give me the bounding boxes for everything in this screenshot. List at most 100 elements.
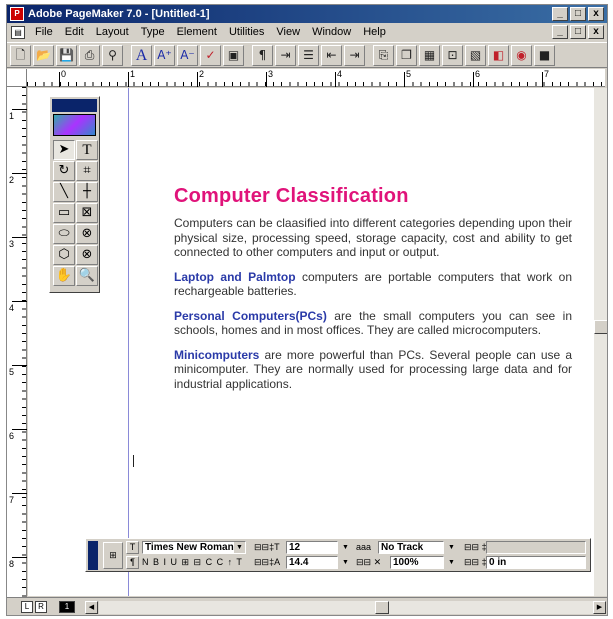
outdent-icon[interactable]: ⇤ — [321, 44, 342, 66]
vruler-label: 1 — [9, 111, 15, 121]
style-icon[interactable]: ▣ — [223, 44, 244, 66]
minicomputer-paragraph: Minicomputers are more powerful than PCs… — [174, 348, 572, 392]
menu-file[interactable]: File — [29, 26, 59, 38]
font-dropdown-icon[interactable]: ▼ — [234, 542, 245, 553]
scale-dropdown-icon[interactable]: ▼ — [446, 557, 457, 568]
ellipse-tool-icon[interactable]: ⬭ — [53, 224, 75, 244]
text-tool-icon[interactable]: T — [76, 140, 98, 160]
left-master-page-icon[interactable]: L — [21, 601, 33, 613]
vertical-scrollbar[interactable] — [594, 88, 607, 596]
pagemaker-app-icon[interactable]: P — [10, 7, 24, 21]
right-master-page-icon[interactable]: R — [35, 601, 47, 613]
horizontal-ruler[interactable]: 0 1 2 3 4 5 6 7 — [27, 69, 605, 87]
menu-help[interactable]: Help — [357, 26, 392, 38]
font-icon[interactable]: A — [131, 44, 152, 66]
paragraph-icon[interactable]: ¶ — [252, 44, 273, 66]
hruler-label: 5 — [406, 69, 412, 79]
menu-utilities[interactable]: Utilities — [223, 26, 270, 38]
bullets-icon[interactable]: ☰ — [298, 44, 319, 66]
hand-tool-icon[interactable]: ✋ — [53, 266, 75, 286]
find-icon[interactable]: ⚲ — [102, 44, 123, 66]
menu-element[interactable]: Element — [171, 26, 223, 38]
vertical-ruler[interactable]: 1 2 3 4 5 6 7 8 — [7, 87, 27, 597]
type-style-buttons[interactable]: N B I U ⊞ ⊟ C C ↑ T — [142, 556, 243, 569]
apply-button[interactable]: ⊞ — [103, 542, 123, 569]
vruler-label: 4 — [9, 303, 15, 313]
crop-tool-icon[interactable]: ⌗ — [76, 161, 98, 181]
open-icon[interactable]: 📂 — [33, 44, 54, 66]
menu-type[interactable]: Type — [135, 26, 171, 38]
rectangle-tool-icon[interactable]: ▭ — [53, 203, 75, 223]
leading-dropdown-icon[interactable]: ▼ — [340, 557, 351, 568]
indent-icon[interactable]: ⇥ — [344, 44, 365, 66]
more-icon[interactable]: ■ — [534, 44, 555, 66]
ellipse-frame-tool-icon[interactable]: ⊗ — [76, 224, 98, 244]
doc-minimize-button[interactable]: _ — [552, 25, 568, 39]
frame-icon[interactable]: ▦ — [419, 44, 440, 66]
vertical-scroll-thumb[interactable] — [594, 320, 607, 334]
paragraph-view-icon[interactable]: ¶ — [126, 556, 139, 569]
doc-close-button[interactable]: x — [588, 25, 604, 39]
baseline-shift-field[interactable]: 0 in — [486, 556, 586, 569]
tab-icon[interactable]: ⇥ — [275, 44, 296, 66]
kerning-field[interactable] — [486, 541, 586, 554]
tracking-dropdown-icon[interactable]: ▼ — [446, 542, 457, 553]
scale-field[interactable]: 100% — [390, 556, 444, 569]
doc-restore-button[interactable]: □ — [570, 25, 586, 39]
leading-field[interactable]: 14.4 — [286, 556, 338, 569]
font-size-field[interactable]: 12 — [286, 541, 338, 554]
font-smaller-icon[interactable]: A⁻ — [177, 44, 198, 66]
spelling-icon[interactable]: ✓ — [200, 44, 221, 66]
horizontal-scroll-thumb[interactable] — [375, 601, 389, 614]
toolbox-preview — [53, 114, 96, 136]
place-icon[interactable]: ⎘ — [373, 44, 394, 66]
minimize-button[interactable]: _ — [552, 7, 568, 21]
hruler-label: 0 — [61, 69, 67, 79]
size-dropdown-icon[interactable]: ▼ — [340, 542, 351, 553]
text-block[interactable]: Computer Classification Computers can be… — [174, 185, 572, 401]
vruler-label: 6 — [9, 431, 15, 441]
font-larger-icon[interactable]: A⁺ — [154, 44, 175, 66]
restore-button[interactable]: □ — [570, 7, 586, 21]
links-icon[interactable]: ⊡ — [442, 44, 463, 66]
pc-paragraph: Personal Computers(PCs) are the small co… — [174, 309, 572, 338]
close-button[interactable]: x — [588, 7, 604, 21]
menu-edit[interactable]: Edit — [59, 26, 90, 38]
menu-view[interactable]: View — [270, 26, 306, 38]
print-icon[interactable]: ⎙ — [79, 44, 100, 66]
ruler-origin[interactable] — [7, 69, 27, 87]
vruler-label: 7 — [9, 495, 15, 505]
color-icon[interactable]: ◧ — [488, 44, 509, 66]
save-icon[interactable]: 💾 — [56, 44, 77, 66]
pointer-tool-icon[interactable]: ➤ — [53, 140, 75, 160]
vruler-label: 3 — [9, 239, 15, 249]
menu-window[interactable]: Window — [306, 26, 357, 38]
zoom-tool-icon[interactable]: 🔍 — [76, 266, 98, 286]
window-title: Adobe PageMaker 7.0 - [Untitled-1] — [28, 8, 210, 20]
toolbox-title-bar[interactable] — [52, 99, 97, 112]
control-palette-grip[interactable] — [88, 541, 98, 570]
polygon-tool-icon[interactable]: ⬡ — [53, 245, 75, 265]
rotate-tool-icon[interactable]: ↻ — [53, 161, 75, 181]
document-icon[interactable]: ▤ — [11, 25, 25, 39]
tracking-field[interactable]: No Track — [378, 541, 444, 554]
line-tool-icon[interactable]: ╲ — [53, 182, 75, 202]
laptop-paragraph: Laptop and Palmtop computers are portabl… — [174, 270, 572, 299]
font-name-field[interactable]: Times New Roman — [142, 541, 246, 554]
new-icon[interactable]: 🗋 — [10, 44, 31, 66]
scroll-right-arrow-icon[interactable]: ▶ — [593, 601, 606, 614]
scroll-left-arrow-icon[interactable]: ◀ — [85, 601, 98, 614]
help-icon[interactable]: ◉ — [511, 44, 532, 66]
rectangle-frame-tool-icon[interactable]: ⊠ — [76, 203, 98, 223]
constrained-line-tool-icon[interactable]: ┼ — [76, 182, 98, 202]
app-window: P Adobe PageMaker 7.0 - [Untitled-1] _ □… — [6, 4, 608, 616]
laptop-term: Laptop and Palmtop — [174, 269, 296, 284]
image-icon[interactable]: ▧ — [465, 44, 486, 66]
page-1-icon[interactable]: 1 — [59, 601, 75, 613]
polygon-frame-tool-icon[interactable]: ⊗ — [76, 245, 98, 265]
copy-icon[interactable]: ❐ — [396, 44, 417, 66]
menu-layout[interactable]: Layout — [90, 26, 135, 38]
character-view-icon[interactable]: T — [126, 541, 139, 554]
horizontal-scrollbar[interactable] — [99, 601, 593, 614]
control-palette: ⊞ T ¶ Times New Roman ▼ N B I U ⊞ ⊟ C C … — [85, 538, 591, 572]
